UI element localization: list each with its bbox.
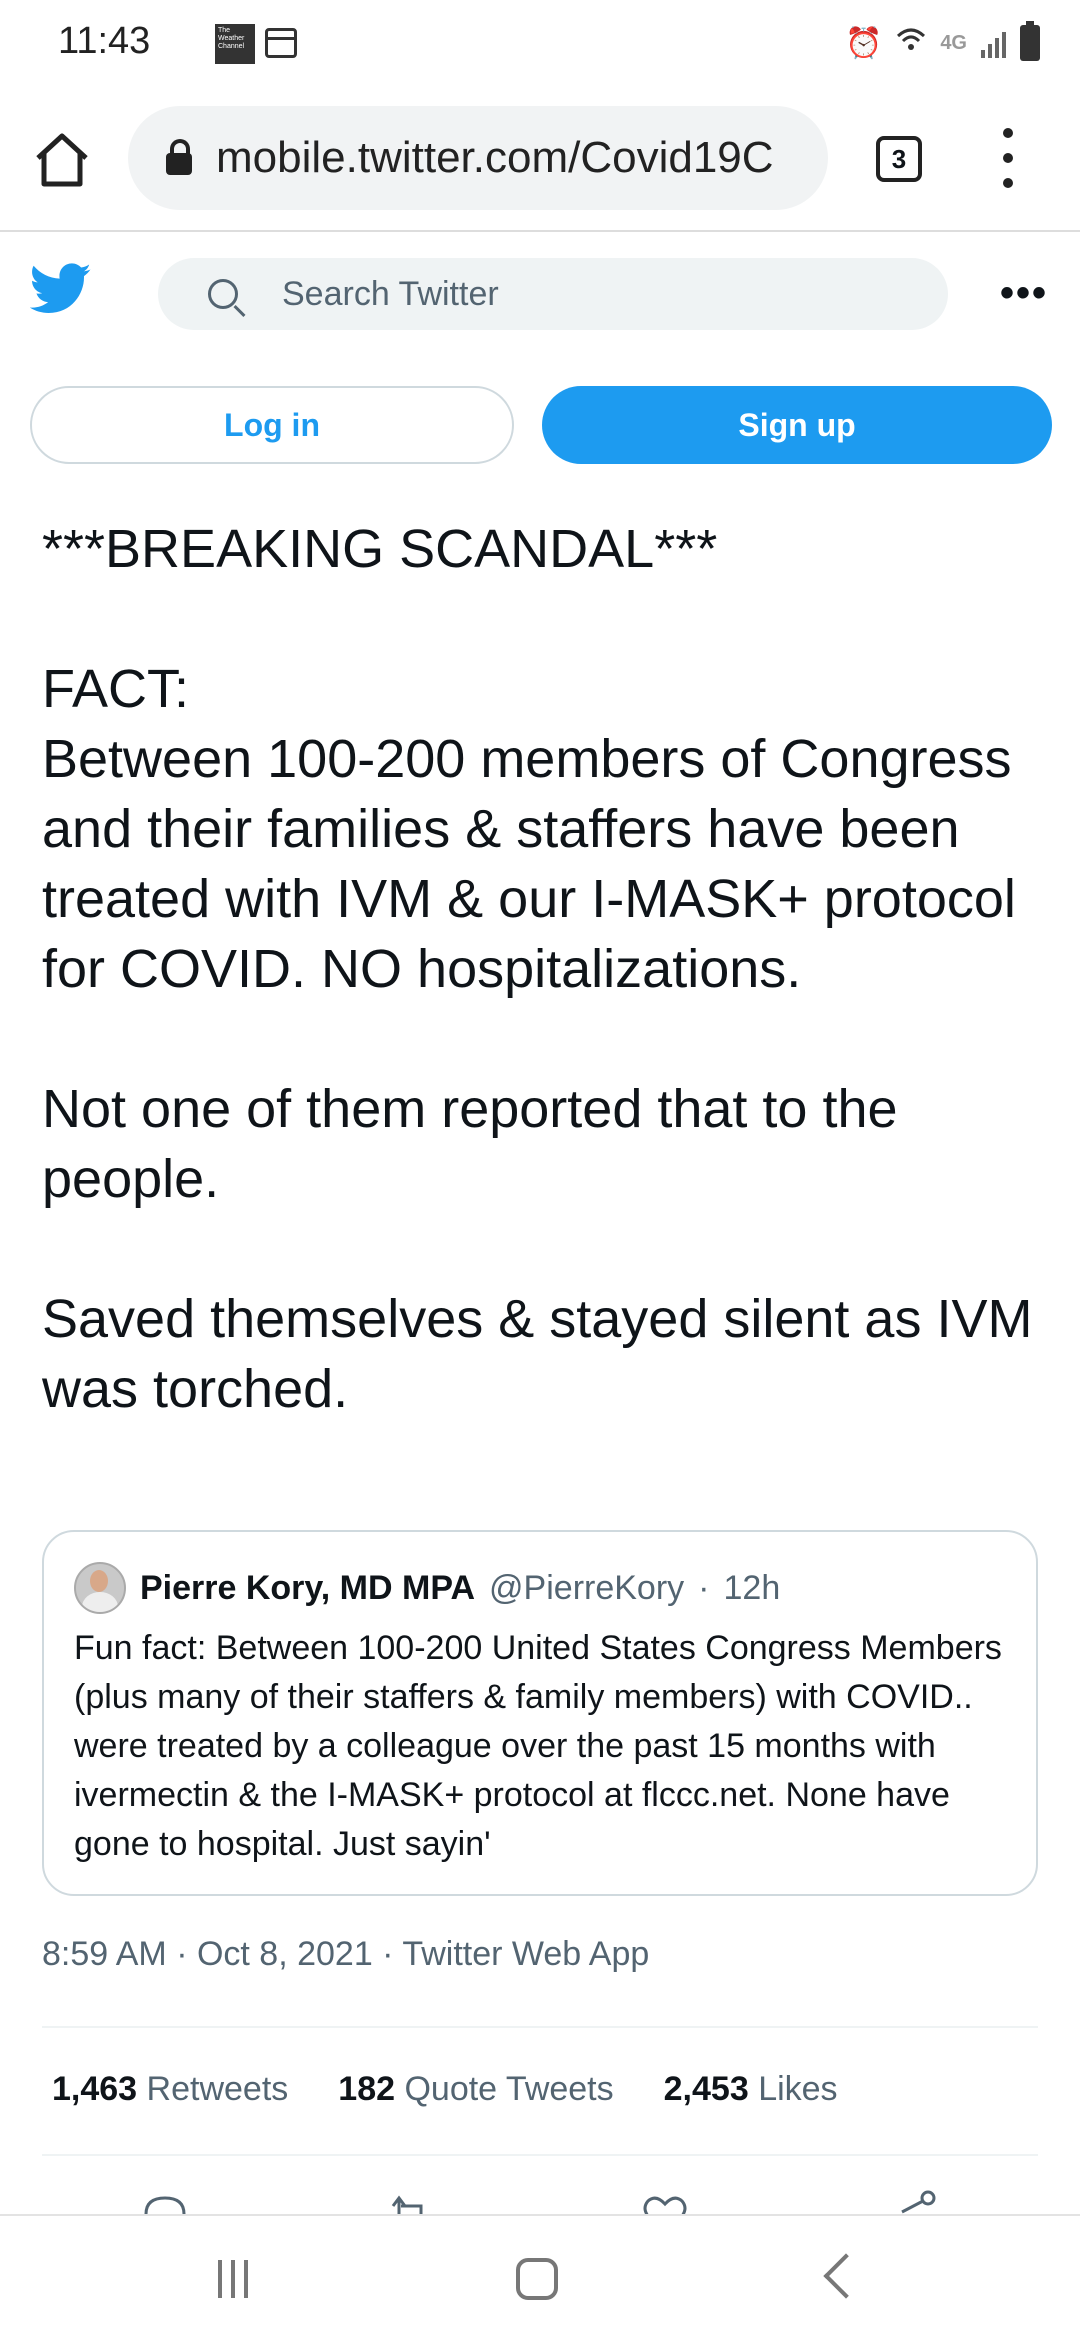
twitter-bird-icon[interactable] [30, 262, 92, 316]
status-bar: 11:43 The Weather Channel ⏰ 4G [0, 0, 1080, 88]
avatar[interactable] [74, 1562, 126, 1614]
search-input[interactable]: Search Twitter [158, 258, 948, 330]
signal-icon [981, 28, 1006, 58]
menu-dot-icon [1003, 153, 1013, 163]
tweet-actions [0, 2190, 1080, 2216]
quote-tweets-count: 182 [338, 2070, 396, 2108]
retweets-count: 1,463 [52, 2070, 138, 2108]
tweet-text: ***BREAKING SCANDAL*** FACT: Between 100… [42, 514, 1042, 1424]
wifi-icon [896, 24, 926, 62]
quote-tweets-stat[interactable]: 182 Quote Tweets [338, 2070, 613, 2109]
system-nav-bar [0, 2214, 1080, 2342]
quoted-author-handle[interactable]: @PierreKory [489, 1569, 684, 1608]
quoted-tweet-text: Fun fact: Between 100-200 United States … [74, 1629, 1002, 1863]
tab-switcher-button[interactable]: 3 [876, 136, 922, 182]
home-nav-button[interactable] [516, 2258, 558, 2300]
weather-app-icon: The Weather Channel [215, 24, 255, 64]
divider [42, 2154, 1038, 2156]
quoted-author-name[interactable]: Pierre Kory, MD MPA [140, 1569, 475, 1608]
tweet-paragraph: FACT: Between 100-200 members of Congres… [42, 659, 1016, 999]
recent-apps-button[interactable] [218, 2260, 248, 2298]
url-text: mobile.twitter.com/Covid19C [216, 133, 774, 182]
status-icons: ⏰ 4G [845, 18, 1040, 68]
like-icon[interactable] [640, 2190, 690, 2216]
tweet-paragraph: ***BREAKING SCANDAL*** [42, 519, 718, 579]
search-icon [208, 279, 238, 309]
network-type-label: 4G [940, 31, 967, 54]
quoted-tweet-header: Pierre Kory, MD MPA @PierreKory · 12h [74, 1562, 780, 1614]
likes-count: 2,453 [663, 2070, 749, 2108]
calendar-icon [265, 28, 297, 58]
sign-up-button[interactable]: Sign up [542, 386, 1052, 464]
share-icon[interactable] [890, 2190, 940, 2216]
browser-toolbar: mobile.twitter.com/Covid19C 3 [0, 88, 1080, 232]
tweet-paragraph: Saved themselves & stayed silent as IVM … [42, 1289, 1033, 1419]
log-in-button[interactable]: Log in [30, 386, 514, 464]
more-options-button[interactable]: ••• [1000, 273, 1048, 313]
status-time: 11:43 [58, 20, 151, 62]
search-placeholder: Search Twitter [282, 274, 499, 313]
quoted-tweet-card[interactable]: Pierre Kory, MD MPA @PierreKory · 12h Fu… [42, 1530, 1038, 1896]
lock-icon [166, 139, 192, 175]
tweet-timestamp[interactable]: 8:59 AM · Oct 8, 2021 · Twitter Web App [42, 1935, 649, 1974]
retweet-icon[interactable] [385, 2190, 435, 2216]
quote-tweets-label: Quote Tweets [404, 2070, 614, 2108]
battery-icon [1020, 21, 1040, 61]
quoted-tweet-time[interactable]: 12h [724, 1569, 781, 1608]
likes-label: Likes [758, 2070, 838, 2108]
home-icon [36, 133, 88, 187]
reply-icon[interactable] [140, 2190, 190, 2216]
separator-dot: · [698, 1568, 710, 1607]
home-button[interactable] [30, 128, 94, 192]
back-button[interactable] [823, 2253, 869, 2299]
menu-dot-icon [1003, 178, 1013, 188]
menu-dot-icon [1003, 128, 1013, 138]
likes-stat[interactable]: 2,453 Likes [664, 2070, 838, 2109]
tweet-stats: 1,463 Retweets 182 Quote Tweets 2,453 Li… [52, 2070, 838, 2109]
browser-menu-button[interactable] [998, 128, 1018, 188]
address-bar[interactable]: mobile.twitter.com/Covid19C [128, 106, 828, 210]
retweets-stat[interactable]: 1,463 Retweets [52, 2070, 288, 2109]
retweets-label: Retweets [146, 2070, 289, 2108]
tweet-paragraph: Not one of them reported that to the peo… [42, 1079, 898, 1209]
divider [42, 2026, 1038, 2028]
alarm-icon: ⏰ [844, 26, 883, 60]
